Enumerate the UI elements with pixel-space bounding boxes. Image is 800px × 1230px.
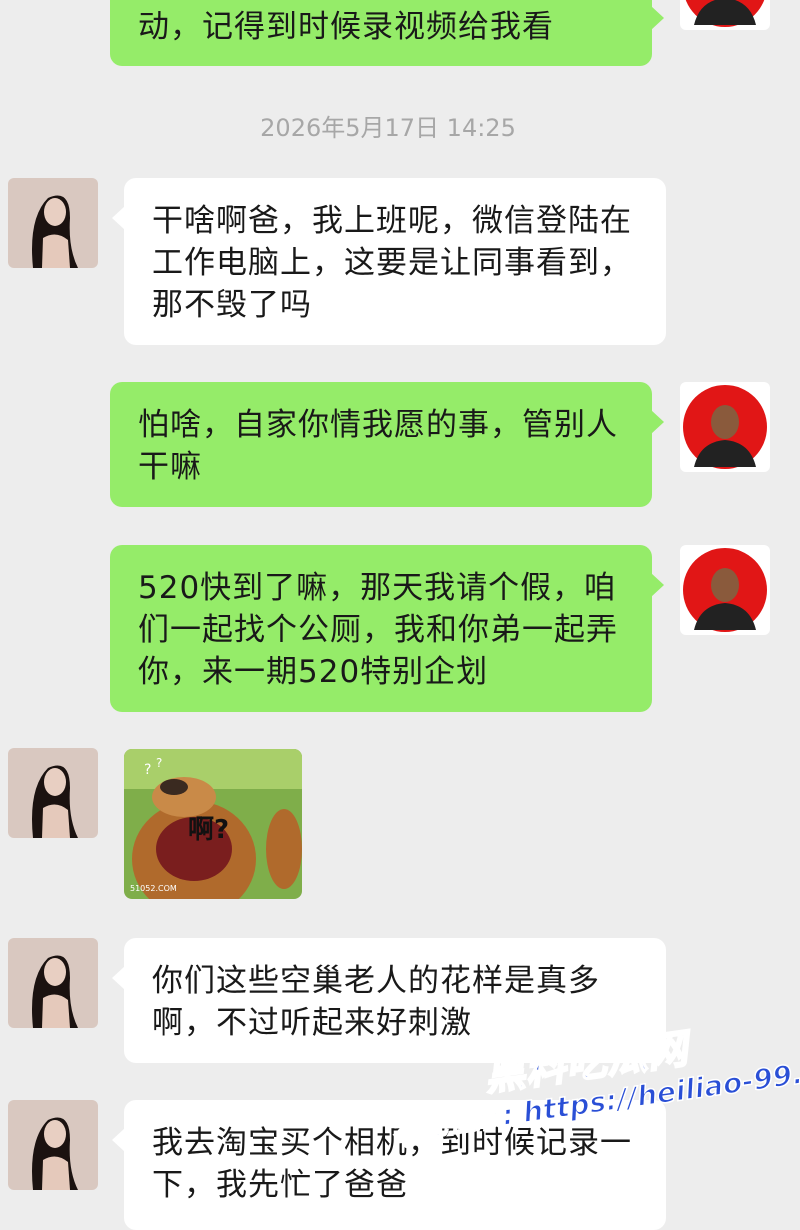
man-avatar-icon (680, 545, 770, 635)
woman-avatar-icon (8, 1100, 98, 1190)
woman-avatar-icon (8, 748, 98, 838)
sticker-watermark: 51052.COM (130, 884, 177, 893)
avatar-sender[interactable] (680, 0, 770, 30)
svg-text:?: ? (156, 756, 162, 770)
woman-avatar-icon (8, 178, 98, 268)
avatar-sender[interactable] (680, 545, 770, 635)
svg-text:?: ? (144, 762, 151, 778)
man-avatar-icon (680, 0, 770, 30)
sticker-caption: 啊? (188, 815, 230, 845)
avatar-receiver[interactable] (8, 938, 98, 1028)
avatar-sender[interactable] (680, 382, 770, 472)
chat-timestamp: 2026年5月17日 14:25 (260, 114, 516, 142)
chat-bubble-sent[interactable]: 怕啥，自家你情我愿的事，管别人干嘛 (110, 382, 664, 507)
avatar-receiver[interactable] (8, 1100, 98, 1190)
chat-bubble-sent[interactable]: 动，记得到时候录视频给我看 (110, 0, 664, 66)
woman-avatar-icon (8, 938, 98, 1028)
avatar-receiver[interactable] (8, 748, 98, 838)
chat-bubble-sent[interactable]: 520快到了嘛，那天我请个假，咱们一起找个公厕，我和你弟一起弄你，来一期520特… (110, 545, 664, 712)
sticker-image[interactable]: ? ? 啊? 51052.COM (124, 749, 302, 899)
man-avatar-icon (680, 382, 770, 472)
chat-bubble-received[interactable]: 干啥啊爸，我上班呢，微信登陆在工作电脑上，这要是让同事看到，那不毁了吗 (112, 178, 666, 345)
avatar-receiver[interactable] (8, 178, 98, 268)
